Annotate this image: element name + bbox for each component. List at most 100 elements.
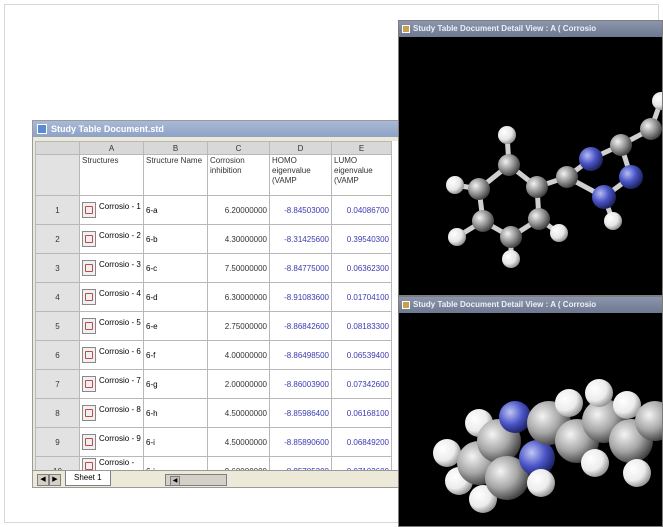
structure-label: Corrosio - 7: [99, 376, 141, 385]
lumo-cell[interactable]: 0.08183300: [331, 311, 392, 341]
viewer-bottom-titlebar[interactable]: Study Table Document Detail View : A ( C…: [399, 297, 662, 313]
homo-cell[interactable]: -8.84775000: [269, 253, 332, 283]
structure-cell[interactable]: Corrosio - 9: [79, 427, 144, 457]
homo-cell[interactable]: -8.85986400: [269, 398, 332, 428]
homo-cell[interactable]: -8.85785200: [269, 456, 332, 471]
structure-name-cell[interactable]: 6-i: [143, 427, 208, 457]
row-number[interactable]: 9: [35, 427, 80, 457]
homo-cell[interactable]: -8.86498500: [269, 340, 332, 370]
homo-cell[interactable]: -8.84503000: [269, 195, 332, 225]
structure-cell[interactable]: Corrosio - 10: [79, 456, 144, 471]
sheet-tab-bar: ◀ ▶ Sheet 1 ◀: [33, 470, 399, 487]
header-corrosion-inhibition[interactable]: Corrosion inhibition: [207, 154, 270, 196]
inhibition-cell[interactable]: 4.50000000: [207, 427, 270, 457]
row-number[interactable]: 8: [35, 398, 80, 428]
table-row[interactable]: 7 Corrosio - 7 6-g 2.00000000 -8.8600390…: [35, 369, 392, 399]
document-icon: [37, 124, 47, 134]
header-structure-name[interactable]: Structure Name: [143, 154, 208, 196]
column-header-d[interactable]: D: [269, 141, 332, 155]
structure-cell[interactable]: Corrosio - 2: [79, 224, 144, 254]
structure-cell[interactable]: Corrosio - 5: [79, 311, 144, 341]
next-sheet-button[interactable]: ▶: [49, 474, 61, 486]
structure-cell[interactable]: Corrosio - 7: [79, 369, 144, 399]
viewer-bottom-title: Study Table Document Detail View : A ( C…: [413, 300, 597, 309]
homo-cell[interactable]: -8.86842600: [269, 311, 332, 341]
table-row[interactable]: 5 Corrosio - 5 6-e 2.75000000 -8.8684260…: [35, 311, 392, 341]
structure-cell[interactable]: Corrosio - 6: [79, 340, 144, 370]
inhibition-cell[interactable]: 6.30000000: [207, 282, 270, 312]
space-filling-molecule[interactable]: [399, 313, 662, 526]
inhibition-cell[interactable]: 7.50000000: [207, 253, 270, 283]
lumo-cell[interactable]: 0.06539400: [331, 340, 392, 370]
row-number[interactable]: 2: [35, 224, 80, 254]
lumo-cell[interactable]: 0.06849200: [331, 427, 392, 457]
lumo-cell[interactable]: 0.04086700: [331, 195, 392, 225]
table-row[interactable]: 6 Corrosio - 6 6-f 4.00000000 -8.8649850…: [35, 340, 392, 370]
table-row[interactable]: 9 Corrosio - 9 6-i 4.50000000 -8.8589060…: [35, 427, 392, 457]
molecule-thumbnail-icon: [82, 202, 96, 218]
header-lumo[interactable]: LUMO eigenvalue (VAMP: [331, 154, 392, 196]
table-row[interactable]: 10 Corrosio - 10 6-j 9.60000000 -8.85785…: [35, 456, 392, 471]
table-row[interactable]: 3 Corrosio - 3 6-c 7.50000000 -8.8477500…: [35, 253, 392, 283]
structure-label: Corrosio - 9: [99, 434, 141, 443]
row-number[interactable]: 4: [35, 282, 80, 312]
lumo-cell[interactable]: 0.01704100: [331, 282, 392, 312]
row-header-descriptor[interactable]: [35, 154, 80, 196]
lumo-cell[interactable]: 0.07103600: [331, 456, 392, 471]
prev-sheet-button[interactable]: ◀: [37, 474, 49, 486]
table-row[interactable]: 2 Corrosio - 2 6-b 4.30000000 -8.3142560…: [35, 224, 392, 254]
column-header-e[interactable]: E: [331, 141, 392, 155]
table-row[interactable]: 1 Corrosio - 1 6-a 6.20000000 -8.8450300…: [35, 195, 392, 225]
row-number[interactable]: 5: [35, 311, 80, 341]
column-header-c[interactable]: C: [207, 141, 270, 155]
structure-label: Corrosio - 5: [99, 318, 141, 327]
structure-name-cell[interactable]: 6-e: [143, 311, 208, 341]
header-structures[interactable]: Structures: [79, 154, 144, 196]
lumo-cell[interactable]: 0.06362300: [331, 253, 392, 283]
structure-name-cell[interactable]: 6-d: [143, 282, 208, 312]
structure-name-cell[interactable]: 6-j: [143, 456, 208, 471]
structure-name-cell[interactable]: 6-f: [143, 340, 208, 370]
header-homo[interactable]: HOMO eigenvalue (VAMP: [269, 154, 332, 196]
row-number[interactable]: 1: [35, 195, 80, 225]
column-header-b[interactable]: B: [143, 141, 208, 155]
row-number[interactable]: 10: [35, 456, 80, 471]
structure-name-cell[interactable]: 6-c: [143, 253, 208, 283]
structure-cell[interactable]: Corrosio - 4: [79, 282, 144, 312]
structure-cell[interactable]: Corrosio - 3: [79, 253, 144, 283]
spreadsheet-titlebar[interactable]: Study Table Document.std: [33, 121, 399, 137]
structure-name-cell[interactable]: 6-b: [143, 224, 208, 254]
viewer-top-titlebar[interactable]: Study Table Document Detail View : A ( C…: [399, 21, 662, 37]
inhibition-cell[interactable]: 2.00000000: [207, 369, 270, 399]
ball-and-stick-molecule[interactable]: [399, 37, 662, 295]
horizontal-scrollbar[interactable]: ◀: [165, 474, 227, 486]
sheet-tab[interactable]: Sheet 1: [65, 471, 111, 486]
table-row[interactable]: 4 Corrosio - 4 6-d 6.30000000 -8.9108360…: [35, 282, 392, 312]
inhibition-cell[interactable]: 9.60000000: [207, 456, 270, 471]
molecule-thumbnail-icon: [82, 231, 96, 247]
structure-name-cell[interactable]: 6-h: [143, 398, 208, 428]
homo-cell[interactable]: -8.31425600: [269, 224, 332, 254]
inhibition-cell[interactable]: 4.30000000: [207, 224, 270, 254]
inhibition-cell[interactable]: 4.00000000: [207, 340, 270, 370]
homo-cell[interactable]: -8.86003900: [269, 369, 332, 399]
inhibition-cell[interactable]: 6.20000000: [207, 195, 270, 225]
row-number[interactable]: 7: [35, 369, 80, 399]
column-header-a[interactable]: A: [79, 141, 144, 155]
scroll-left-arrow-icon[interactable]: ◀: [170, 476, 180, 486]
structure-name-cell[interactable]: 6-a: [143, 195, 208, 225]
row-number[interactable]: 6: [35, 340, 80, 370]
table-row[interactable]: 8 Corrosio - 8 6-h 4.50000000 -8.8598640…: [35, 398, 392, 428]
structure-cell[interactable]: Corrosio - 1: [79, 195, 144, 225]
structure-name-cell[interactable]: 6-g: [143, 369, 208, 399]
structure-cell[interactable]: Corrosio - 8: [79, 398, 144, 428]
row-number[interactable]: 3: [35, 253, 80, 283]
lumo-cell[interactable]: 0.06168100: [331, 398, 392, 428]
lumo-cell[interactable]: 0.39540300: [331, 224, 392, 254]
lumo-cell[interactable]: 0.07342600: [331, 369, 392, 399]
inhibition-cell[interactable]: 4.50000000: [207, 398, 270, 428]
inhibition-cell[interactable]: 2.75000000: [207, 311, 270, 341]
homo-cell[interactable]: -8.91083600: [269, 282, 332, 312]
homo-cell[interactable]: -8.85890600: [269, 427, 332, 457]
corner-cell[interactable]: [35, 141, 80, 155]
